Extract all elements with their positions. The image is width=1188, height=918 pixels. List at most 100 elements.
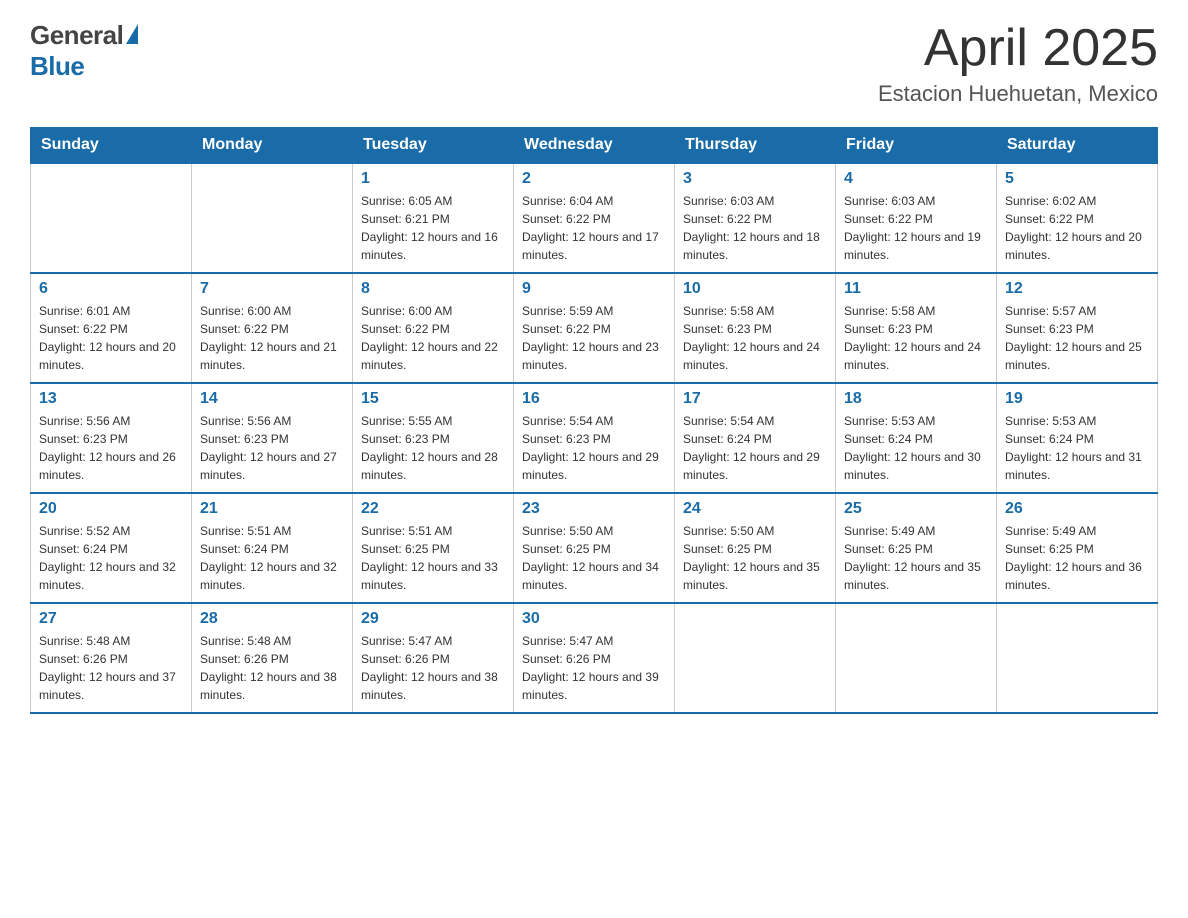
day-info: Sunrise: 6:00 AMSunset: 6:22 PMDaylight:… [361,302,505,374]
calendar-cell: 5 Sunrise: 6:02 AMSunset: 6:22 PMDaylight… [997,163,1158,273]
calendar-header: Sunday Monday Tuesday Wednesday Thursday… [31,128,1158,164]
calendar-cell: 9Sunrise: 5:59 AMSunset: 6:22 PMDaylight… [514,273,675,383]
day-number: 12 [1005,280,1149,298]
day-info: Sunrise: 5:50 AMSunset: 6:25 PMDaylight:… [683,522,827,594]
col-tuesday: Tuesday [353,128,514,164]
day-number: 17 [683,390,827,408]
calendar-cell: 4 Sunrise: 6:03 AMSunset: 6:22 PMDaylight… [836,163,997,273]
day-number: 19 [1005,390,1149,408]
day-number: 8 [361,280,505,298]
day-number: 20 [39,500,183,518]
calendar-cell: 24 Sunrise: 5:50 AMSunset: 6:25 PMDayligh… [675,493,836,603]
calendar-cell: 2 Sunrise: 6:04 AMSunset: 6:22 PMDaylight… [514,163,675,273]
calendar-cell [31,163,192,273]
calendar-cell: 16Sunrise: 5:54 AMSunset: 6:23 PMDayligh… [514,383,675,493]
day-number: 30 [522,610,666,628]
calendar-cell: 12Sunrise: 5:57 AMSunset: 6:23 PMDayligh… [997,273,1158,383]
logo-triangle-icon [126,24,138,44]
calendar-week-row: 13 Sunrise: 5:56 AMSunset: 6:23 PMDayligh… [31,383,1158,493]
day-info: Sunrise: 6:05 AMSunset: 6:21 PMDaylight:… [361,192,505,264]
day-number: 28 [200,610,344,628]
day-info: Sunrise: 5:47 AMSunset: 6:26 PMDaylight:… [522,632,666,704]
day-number: 6 [39,280,183,298]
col-wednesday: Wednesday [514,128,675,164]
day-info: Sunrise: 5:56 AMSunset: 6:23 PMDaylight:… [39,412,183,484]
calendar-cell: 1 Sunrise: 6:05 AMSunset: 6:21 PMDaylight… [353,163,514,273]
day-number: 18 [844,390,988,408]
logo-blue-text: Blue [30,51,84,82]
calendar-cell: 15 Sunrise: 5:55 AMSunset: 6:23 PMDayligh… [353,383,514,493]
day-number: 10 [683,280,827,298]
day-number: 27 [39,610,183,628]
calendar-cell: 18 Sunrise: 5:53 AMSunset: 6:24 PMDayligh… [836,383,997,493]
day-number: 13 [39,390,183,408]
day-number: 2 [522,170,666,188]
day-info: Sunrise: 6:00 AMSunset: 6:22 PMDaylight:… [200,302,344,374]
day-info: Sunrise: 5:58 AMSunset: 6:23 PMDaylight:… [683,302,827,374]
day-number: 24 [683,500,827,518]
day-info: Sunrise: 5:51 AMSunset: 6:25 PMDaylight:… [361,522,505,594]
col-friday: Friday [836,128,997,164]
calendar-cell: 6Sunrise: 6:01 AMSunset: 6:22 PMDaylight… [31,273,192,383]
logo-general-text: General [30,20,123,51]
day-info: Sunrise: 5:47 AMSunset: 6:26 PMDaylight:… [361,632,505,704]
day-number: 1 [361,170,505,188]
day-info: Sunrise: 5:48 AMSunset: 6:26 PMDaylight:… [200,632,344,704]
calendar-cell [675,603,836,713]
calendar-cell: 23 Sunrise: 5:50 AMSunset: 6:25 PMDayligh… [514,493,675,603]
day-number: 11 [844,280,988,298]
calendar-cell: 3 Sunrise: 6:03 AMSunset: 6:22 PMDaylight… [675,163,836,273]
title-block: April 2025 Estacion Huehuetan, Mexico [878,20,1158,107]
day-number: 15 [361,390,505,408]
calendar-cell [997,603,1158,713]
calendar-cell: 21 Sunrise: 5:51 AMSunset: 6:24 PMDayligh… [192,493,353,603]
day-info: Sunrise: 5:53 AMSunset: 6:24 PMDaylight:… [844,412,988,484]
calendar-cell: 17 Sunrise: 5:54 AMSunset: 6:24 PMDayligh… [675,383,836,493]
day-info: Sunrise: 6:03 AMSunset: 6:22 PMDaylight:… [844,192,988,264]
day-number: 29 [361,610,505,628]
calendar-cell: 20 Sunrise: 5:52 AMSunset: 6:24 PMDayligh… [31,493,192,603]
calendar-cell: 13 Sunrise: 5:56 AMSunset: 6:23 PMDayligh… [31,383,192,493]
day-info: Sunrise: 5:56 AMSunset: 6:23 PMDaylight:… [200,412,344,484]
day-number: 14 [200,390,344,408]
day-number: 25 [844,500,988,518]
day-number: 4 [844,170,988,188]
day-info: Sunrise: 5:55 AMSunset: 6:23 PMDaylight:… [361,412,505,484]
days-of-week-row: Sunday Monday Tuesday Wednesday Thursday… [31,128,1158,164]
day-number: 7 [200,280,344,298]
calendar-cell: 22 Sunrise: 5:51 AMSunset: 6:25 PMDayligh… [353,493,514,603]
calendar-week-row: 6Sunrise: 6:01 AMSunset: 6:22 PMDaylight… [31,273,1158,383]
day-info: Sunrise: 5:48 AMSunset: 6:26 PMDaylight:… [39,632,183,704]
day-number: 23 [522,500,666,518]
calendar-cell: 27 Sunrise: 5:48 AMSunset: 6:26 PMDayligh… [31,603,192,713]
calendar-cell: 29 Sunrise: 5:47 AMSunset: 6:26 PMDayligh… [353,603,514,713]
day-number: 22 [361,500,505,518]
subtitle: Estacion Huehuetan, Mexico [878,81,1158,107]
col-saturday: Saturday [997,128,1158,164]
day-number: 3 [683,170,827,188]
main-title: April 2025 [878,20,1158,77]
day-number: 5 [1005,170,1149,188]
calendar-cell: 10 Sunrise: 5:58 AMSunset: 6:23 PMDayligh… [675,273,836,383]
calendar-body: 1 Sunrise: 6:05 AMSunset: 6:21 PMDaylight… [31,163,1158,713]
day-info: Sunrise: 5:54 AMSunset: 6:24 PMDaylight:… [683,412,827,484]
calendar-cell [192,163,353,273]
calendar-cell: 7 Sunrise: 6:00 AMSunset: 6:22 PMDaylight… [192,273,353,383]
day-number: 26 [1005,500,1149,518]
calendar-cell [836,603,997,713]
day-info: Sunrise: 5:51 AMSunset: 6:24 PMDaylight:… [200,522,344,594]
calendar-cell: 26Sunrise: 5:49 AMSunset: 6:25 PMDayligh… [997,493,1158,603]
day-info: Sunrise: 6:03 AMSunset: 6:22 PMDaylight:… [683,192,827,264]
col-monday: Monday [192,128,353,164]
day-info: Sunrise: 6:02 AMSunset: 6:22 PMDaylight:… [1005,192,1149,264]
day-info: Sunrise: 5:52 AMSunset: 6:24 PMDaylight:… [39,522,183,594]
calendar-week-row: 27 Sunrise: 5:48 AMSunset: 6:26 PMDayligh… [31,603,1158,713]
calendar-table: Sunday Monday Tuesday Wednesday Thursday… [30,127,1158,714]
calendar-cell: 14 Sunrise: 5:56 AMSunset: 6:23 PMDayligh… [192,383,353,493]
calendar-cell: 8 Sunrise: 6:00 AMSunset: 6:22 PMDaylight… [353,273,514,383]
day-number: 21 [200,500,344,518]
col-sunday: Sunday [31,128,192,164]
page-header: General Blue April 2025 Estacion Huehuet… [30,20,1158,107]
day-info: Sunrise: 6:04 AMSunset: 6:22 PMDaylight:… [522,192,666,264]
day-info: Sunrise: 5:50 AMSunset: 6:25 PMDaylight:… [522,522,666,594]
